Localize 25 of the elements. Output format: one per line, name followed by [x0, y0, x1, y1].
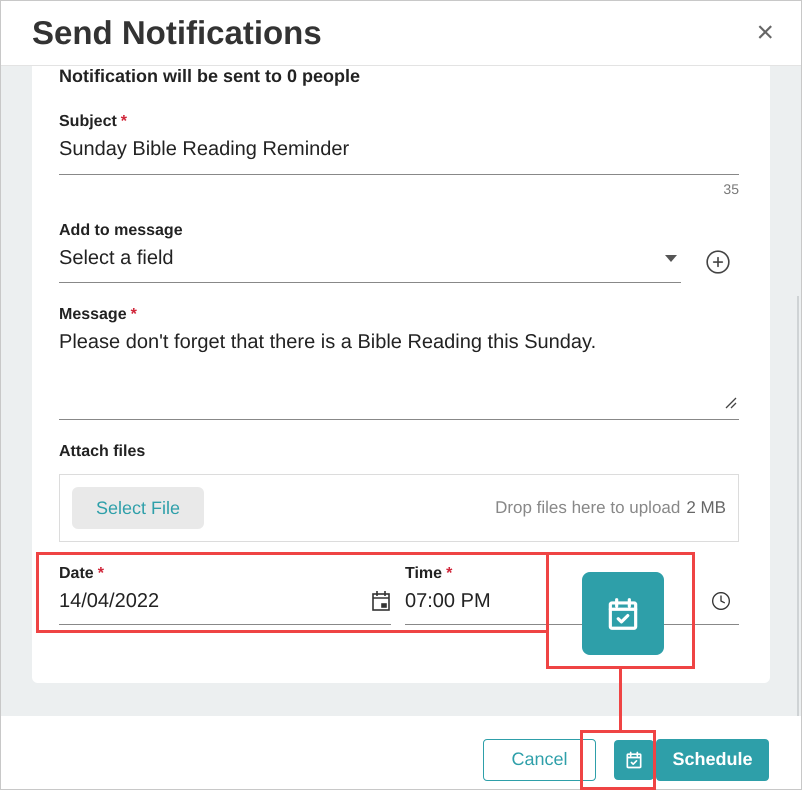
calendar-icon[interactable] — [371, 590, 391, 612]
clock-icon[interactable] — [711, 591, 731, 611]
add-icon[interactable] — [705, 249, 731, 275]
schedule-icon-button[interactable] — [614, 740, 654, 780]
recipients-note: Notification will be sent to 0 people — [59, 66, 362, 86]
field-label: Time * — [405, 564, 454, 584]
message-field[interactable]: Please don't forget that there is a Bible Reading this Sunday. — [59, 325, 739, 420]
leader-line — [619, 669, 622, 731]
close-button[interactable]: × — [756, 18, 774, 48]
field-label: Subject * — [59, 112, 128, 132]
size-limit: 2 MB — [686, 498, 726, 517]
field-label: Date * — [59, 564, 105, 584]
drop-hint: Drop files here to upload — [495, 498, 680, 517]
field-select[interactable]: Select a field — [59, 245, 681, 283]
caret-icon — [665, 254, 677, 262]
calendar-check-icon — [624, 750, 644, 770]
field-label: Attach files — [59, 442, 146, 462]
subject-field[interactable]: Sunday Bible Reading Reminder — [59, 132, 739, 175]
character-counter: 35 — [723, 181, 739, 197]
field-label: Message * — [59, 305, 138, 325]
file-drop-zone[interactable]: Select File Drop files here to upload 2 MB — [59, 474, 739, 542]
field-label: Add to message — [59, 221, 184, 241]
date-field[interactable]: 14/04/2022 — [59, 588, 391, 625]
resize-handle-icon — [725, 397, 737, 409]
dialog-title: Send Notifications — [32, 14, 322, 52]
